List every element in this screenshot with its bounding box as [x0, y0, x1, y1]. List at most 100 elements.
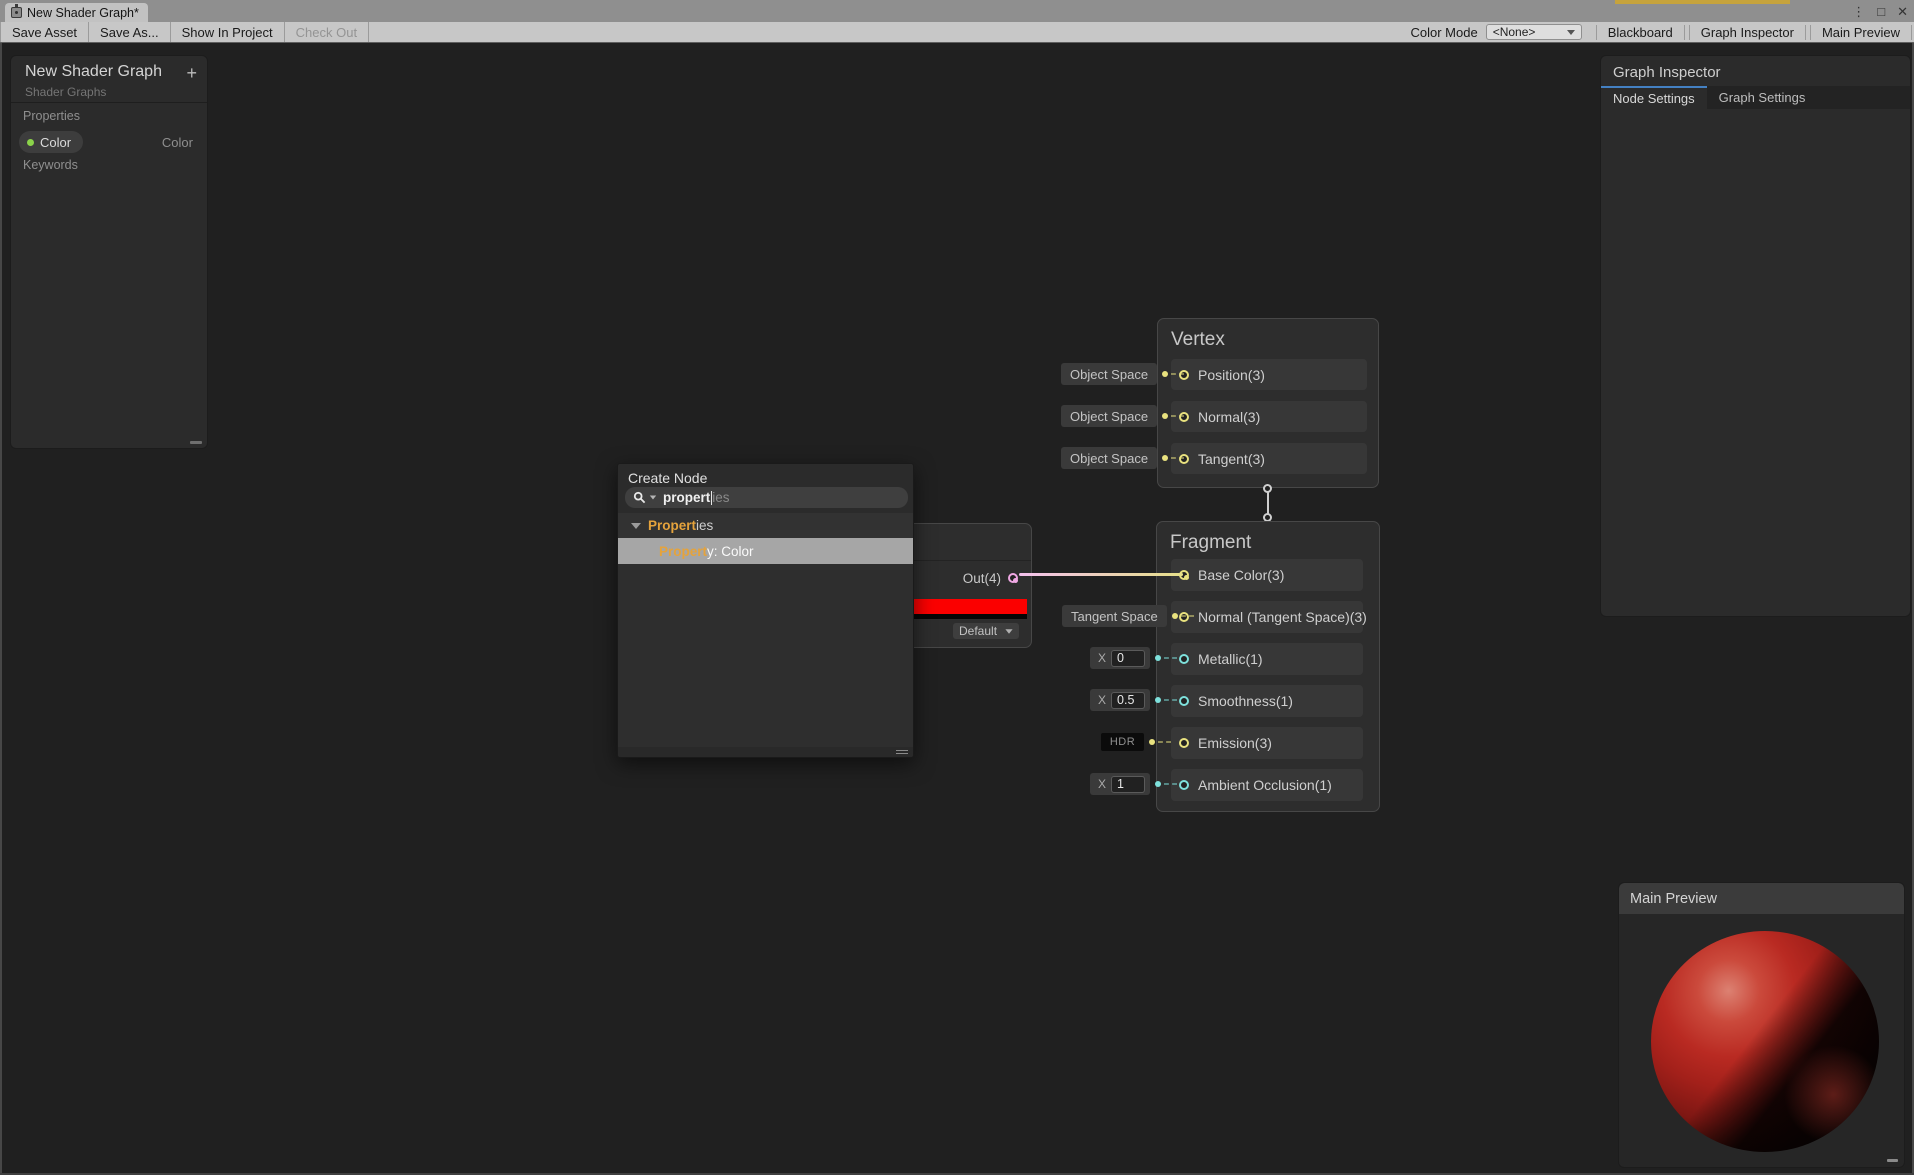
search-icon [633, 491, 646, 504]
window-menu-icon[interactable]: ⋮ [1852, 5, 1865, 18]
activity-strip [1615, 0, 1790, 4]
hdr-color-field[interactable]: HDR [1101, 733, 1144, 751]
float-field[interactable]: X 0.5 [1090, 689, 1151, 711]
ambient-occlusion-port[interactable] [1179, 780, 1189, 790]
document-tab-title: New Shader Graph* [27, 5, 139, 20]
main-preview-header[interactable]: Main Preview [1619, 883, 1904, 914]
fragment-slot-emission: Emission(3) [1171, 727, 1363, 759]
slot-label: Emission(3) [1198, 735, 1272, 751]
float-field[interactable]: X 1 [1090, 773, 1151, 795]
emission-port[interactable] [1179, 738, 1189, 748]
widget-port-dot [1162, 455, 1169, 461]
fragment-node[interactable]: Fragment Base Color(3) Normal (Tangent S… [1156, 521, 1380, 812]
space-tag[interactable]: Tangent Space [1062, 605, 1167, 627]
vertex-node-title: Vertex [1171, 329, 1225, 350]
space-tag-label: Object Space [1070, 366, 1149, 382]
property-color-pill[interactable]: Color [19, 131, 84, 153]
search-typed-text: propert [663, 490, 711, 505]
block-connector-top[interactable] [1263, 484, 1272, 493]
slot-label: Ambient Occlusion(1) [1198, 777, 1332, 793]
collapse-triangle-icon[interactable] [631, 522, 641, 529]
search-results-list: Propert ies Propert y: Color [618, 513, 913, 749]
main-preview-title: Main Preview [1630, 890, 1718, 907]
show-in-project-button[interactable]: Show In Project [171, 22, 285, 42]
slot-label: Base Color(3) [1198, 567, 1285, 583]
smoothness-input-widget[interactable]: X 0.5 [1090, 689, 1178, 711]
chevron-down-icon [1005, 628, 1013, 634]
blackboard-title: New Shader Graph [25, 63, 162, 80]
color-mode-label: Color Mode [1410, 24, 1478, 40]
tab-node-settings[interactable]: Node Settings [1601, 86, 1707, 109]
float-field[interactable]: X 0 [1090, 647, 1151, 669]
add-property-button[interactable]: + [186, 64, 197, 82]
hdr-label: HDR [1109, 736, 1136, 748]
graph-inspector-toggle-button[interactable]: Graph Inspector [1688, 24, 1806, 40]
space-tag[interactable]: Object Space [1061, 447, 1158, 469]
property-color-dot [27, 138, 34, 146]
blackboard-toggle-button[interactable]: Blackboard [1595, 24, 1685, 40]
chevron-down-icon [1566, 29, 1575, 35]
search-input[interactable]: propert ies [625, 487, 908, 508]
widget-dash [1171, 457, 1185, 459]
property-type-label: Color [161, 135, 193, 150]
float-value[interactable]: 0 [1111, 649, 1146, 667]
out-port-label: Out(4) [962, 570, 1001, 586]
ambient-occlusion-input-widget[interactable]: X 1 [1090, 773, 1178, 795]
slot-label: Smoothness(1) [1198, 693, 1293, 709]
float-value[interactable]: 0.5 [1111, 691, 1146, 709]
widget-port-dot [1155, 697, 1162, 703]
normal-space-widget[interactable]: Object Space [1061, 405, 1185, 427]
check-out-button: Check Out [285, 22, 370, 42]
widget-port-dot [1171, 613, 1178, 619]
save-as-button[interactable]: Save As... [89, 22, 171, 42]
toolbar: Save Asset Save As... Show In Project Ch… [0, 22, 1914, 43]
color-mode-select[interactable]: Default [953, 623, 1019, 639]
space-tag[interactable]: Object Space [1061, 363, 1158, 385]
tangent-space-widget[interactable]: Object Space [1061, 447, 1185, 469]
position-space-widget[interactable]: Object Space [1061, 363, 1185, 385]
create-node-title: Create Node [628, 470, 708, 486]
edge-color-to-basecolor[interactable] [1019, 573, 1183, 576]
result-property-color[interactable]: Propert y: Color [618, 538, 913, 564]
vertex-slot-position: Position(3) [1171, 359, 1367, 390]
widget-dash [1171, 373, 1185, 375]
metallic-port[interactable] [1179, 654, 1189, 664]
space-tag-label: Object Space [1070, 450, 1149, 466]
space-tag[interactable]: Object Space [1061, 405, 1158, 427]
main-preview-toggle-button[interactable]: Main Preview [1809, 24, 1912, 40]
vertex-node[interactable]: Vertex Position(3) Normal(3) Tangent(3) [1157, 318, 1379, 488]
match-highlight: Propert [648, 518, 697, 533]
widget-dash [1164, 699, 1178, 701]
save-asset-button[interactable]: Save Asset [0, 22, 90, 42]
widget-dash [1180, 615, 1194, 617]
close-icon[interactable]: ✕ [1897, 5, 1908, 18]
field-axis-label: X [1098, 693, 1107, 707]
blackboard-resize-handle[interactable] [190, 441, 202, 444]
widget-dash [1171, 415, 1185, 417]
smoothness-port[interactable] [1179, 696, 1189, 706]
preview-sphere [1651, 931, 1879, 1152]
tab-graph-settings[interactable]: Graph Settings [1707, 86, 1818, 109]
color-mode-value: <None> [1492, 25, 1536, 39]
blackboard-panel[interactable]: New Shader Graph + Shader Graphs Propert… [10, 55, 208, 449]
out-port[interactable] [1008, 573, 1018, 583]
emission-hdr-widget[interactable]: HDR [1101, 733, 1171, 751]
match-highlight: Propert [659, 543, 708, 559]
color-mode-dropdown[interactable]: <None> [1485, 24, 1582, 40]
document-tab[interactable]: New Shader Graph* [5, 3, 148, 22]
widget-dash [1164, 783, 1178, 785]
search-filter-chevron-icon[interactable] [649, 495, 657, 500]
widget-port-dot [1149, 739, 1155, 745]
result-group-properties[interactable]: Propert ies [618, 513, 913, 538]
normal-space-widget[interactable]: Tangent Space [1062, 605, 1194, 627]
slot-label: Metallic(1) [1198, 651, 1263, 667]
metallic-input-widget[interactable]: X 0 [1090, 647, 1178, 669]
float-value[interactable]: 1 [1111, 775, 1146, 793]
create-node-popup[interactable]: Create Node propert ies Propert ies Prope… [617, 463, 914, 758]
titlebar: New Shader Graph* ⋮ □ ✕ [0, 0, 1914, 22]
popup-resize-handle[interactable] [896, 750, 908, 754]
maximize-icon[interactable]: □ [1877, 5, 1885, 18]
preview-resize-handle[interactable] [1887, 1159, 1898, 1162]
main-preview-panel[interactable]: Main Preview [1618, 882, 1905, 1168]
graph-inspector-panel[interactable]: Graph Inspector Node Settings Graph Sett… [1600, 55, 1911, 617]
